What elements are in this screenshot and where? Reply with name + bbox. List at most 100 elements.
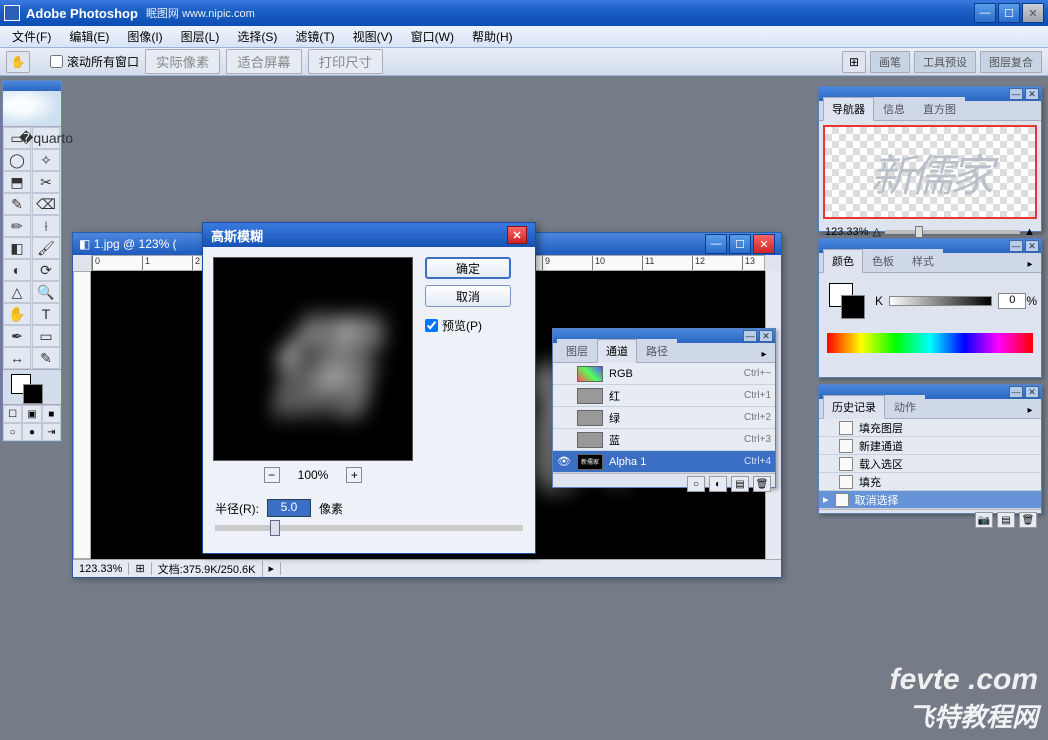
menu-V[interactable]: 视图(V) [347, 26, 399, 47]
zoom-in-icon[interactable]: ▲ [1024, 226, 1035, 238]
zoom-out-icon[interactable]: △ [872, 225, 880, 238]
minimize-button[interactable]: — [974, 3, 996, 23]
tool-3[interactable]: ✧ [32, 149, 60, 171]
color-ramp[interactable] [827, 333, 1033, 353]
new-state-button[interactable]: ▤ [997, 512, 1015, 528]
palette-close-button[interactable]: ✕ [759, 330, 773, 342]
palette-minimize-button[interactable]: — [1009, 88, 1023, 100]
fullscreen-button[interactable]: ■ [42, 405, 61, 423]
zoom-out-button[interactable]: − [264, 467, 280, 483]
channels-tab[interactable]: 通道 [597, 339, 637, 363]
opt-tab-comps[interactable]: 图层复合 [980, 51, 1042, 73]
tool-15[interactable]: 🔍 [32, 281, 60, 303]
palette-menu-icon[interactable]: ▸ [757, 347, 771, 361]
radius-input[interactable]: 5.0 [267, 499, 311, 517]
new-channel-button[interactable]: ▤ [731, 476, 749, 492]
menu-F[interactable]: 文件(F) [6, 26, 57, 47]
radius-slider[interactable] [215, 525, 523, 531]
opt-tab-brushes[interactable]: 画笔 [870, 51, 910, 73]
standard-mode-button[interactable]: ☐ [3, 405, 22, 423]
paths-tab[interactable]: 路径 [637, 339, 677, 362]
fit-screen-button[interactable]: 适合屏幕 [226, 49, 301, 74]
history-item[interactable]: 新建通道 [819, 437, 1041, 455]
maximize-button[interactable]: ☐ [998, 3, 1020, 23]
opt-tab-presets[interactable]: 工具预设 [914, 51, 976, 73]
zoom-in-button[interactable]: + [346, 467, 362, 483]
palette-menu-icon[interactable]: ▸ [1023, 257, 1037, 271]
tool-20[interactable]: ↔ [3, 347, 31, 369]
load-selection-button[interactable]: ○ [687, 476, 705, 492]
menu-T[interactable]: 滤镜(T) [289, 26, 340, 47]
quickmask-on-button[interactable]: ● [22, 423, 41, 441]
zoom-slider[interactable] [885, 230, 1020, 234]
tool-13[interactable]: ⟳ [32, 259, 60, 281]
palette-minimize-button[interactable]: — [1009, 386, 1023, 398]
dialog-close-button[interactable]: ✕ [507, 226, 527, 244]
close-button[interactable]: ✕ [1022, 3, 1044, 23]
cancel-button[interactable]: 取消 [425, 285, 511, 307]
fullscreen-menu-button[interactable]: ▣ [22, 405, 41, 423]
channel-row[interactable]: RGBCtrl+~ [553, 363, 775, 385]
menu-S[interactable]: 选择(S) [231, 26, 283, 47]
channel-row[interactable]: 👁新儒家Alpha 1Ctrl+4 [553, 451, 775, 473]
tool-7[interactable]: ⌫ [32, 193, 60, 215]
palette-minimize-button[interactable]: — [743, 330, 757, 342]
actions-tab[interactable]: 动作 [885, 395, 925, 418]
history-item[interactable]: 填充 [819, 473, 1041, 491]
history-item[interactable]: ▸取消选择 [819, 491, 1041, 509]
navigator-tab[interactable]: 导航器 [823, 97, 874, 121]
tool-11[interactable]: 🖌 [32, 237, 60, 259]
channel-row[interactable]: 红Ctrl+1 [553, 385, 775, 407]
delete-channel-button[interactable]: 🗑 [753, 476, 771, 492]
status-nav-icon[interactable]: ⊞ [129, 562, 151, 575]
tool-8[interactable]: ✏ [3, 215, 31, 237]
new-snapshot-button[interactable]: 📷 [975, 512, 993, 528]
history-item[interactable]: 载入选区 [819, 455, 1041, 473]
tool-12[interactable]: ◐ [3, 259, 31, 281]
status-menu-icon[interactable]: ▸ [263, 562, 282, 575]
menu-E[interactable]: 编辑(E) [63, 26, 115, 47]
histogram-tab[interactable]: 直方图 [914, 97, 965, 120]
palette-close-button[interactable]: ✕ [1025, 386, 1039, 398]
menu-W[interactable]: 窗口(W) [405, 26, 460, 47]
info-tab[interactable]: 信息 [874, 97, 914, 120]
history-item[interactable]: 填充图层 [819, 419, 1041, 437]
hand-tool-icon[interactable]: ✋ [6, 51, 30, 73]
tool-21[interactable]: ✎ [32, 347, 60, 369]
styles-tab[interactable]: 样式 [903, 249, 943, 272]
actual-pixels-button[interactable]: 实际像素 [145, 49, 220, 74]
tool-9[interactable]: ⟊ [32, 215, 60, 237]
preview-checkbox[interactable]: 预览(P) [425, 317, 511, 334]
dialog-titlebar[interactable]: 高斯模糊 ✕ [203, 223, 535, 247]
color-swatches[interactable] [3, 369, 61, 405]
palette-close-button[interactable]: ✕ [1025, 88, 1039, 100]
tool-17[interactable]: T [32, 303, 60, 325]
tool-19[interactable]: ▭ [32, 325, 60, 347]
tool-16[interactable]: ✋ [3, 303, 31, 325]
color-tab[interactable]: 颜色 [823, 249, 863, 273]
color-swatch-pair[interactable] [829, 283, 869, 319]
visibility-icon[interactable]: 👁 [557, 455, 571, 468]
swatches-tab[interactable]: 色板 [863, 249, 903, 272]
doc-maximize-button[interactable]: ☐ [729, 234, 751, 254]
channel-row[interactable]: 绿Ctrl+2 [553, 407, 775, 429]
ok-button[interactable]: 确定 [425, 257, 511, 279]
palette-minimize-button[interactable]: — [1009, 240, 1023, 252]
menu-L[interactable]: 图层(L) [175, 26, 226, 47]
status-zoom[interactable]: 123.33% [73, 563, 129, 575]
menu-I[interactable]: 图像(I) [121, 26, 168, 47]
tool-14[interactable]: △ [3, 281, 31, 303]
filter-preview[interactable]: 儒 [213, 257, 413, 461]
delete-state-button[interactable]: 🗑 [1019, 512, 1037, 528]
palette-toggle-icon[interactable]: ⊞ [842, 51, 866, 73]
history-tab[interactable]: 历史记录 [823, 395, 885, 419]
print-size-button[interactable]: 打印尺寸 [308, 49, 383, 74]
k-slider[interactable] [889, 296, 992, 306]
tool-1[interactable]: �quarto [32, 127, 60, 149]
palette-menu-icon[interactable]: ▸ [1023, 403, 1037, 417]
channel-row[interactable]: 蓝Ctrl+3 [553, 429, 775, 451]
save-selection-button[interactable]: ◐ [709, 476, 727, 492]
layers-tab[interactable]: 图层 [557, 339, 597, 362]
jump-to-button[interactable]: ⇥ [42, 423, 61, 441]
doc-minimize-button[interactable]: — [705, 234, 727, 254]
